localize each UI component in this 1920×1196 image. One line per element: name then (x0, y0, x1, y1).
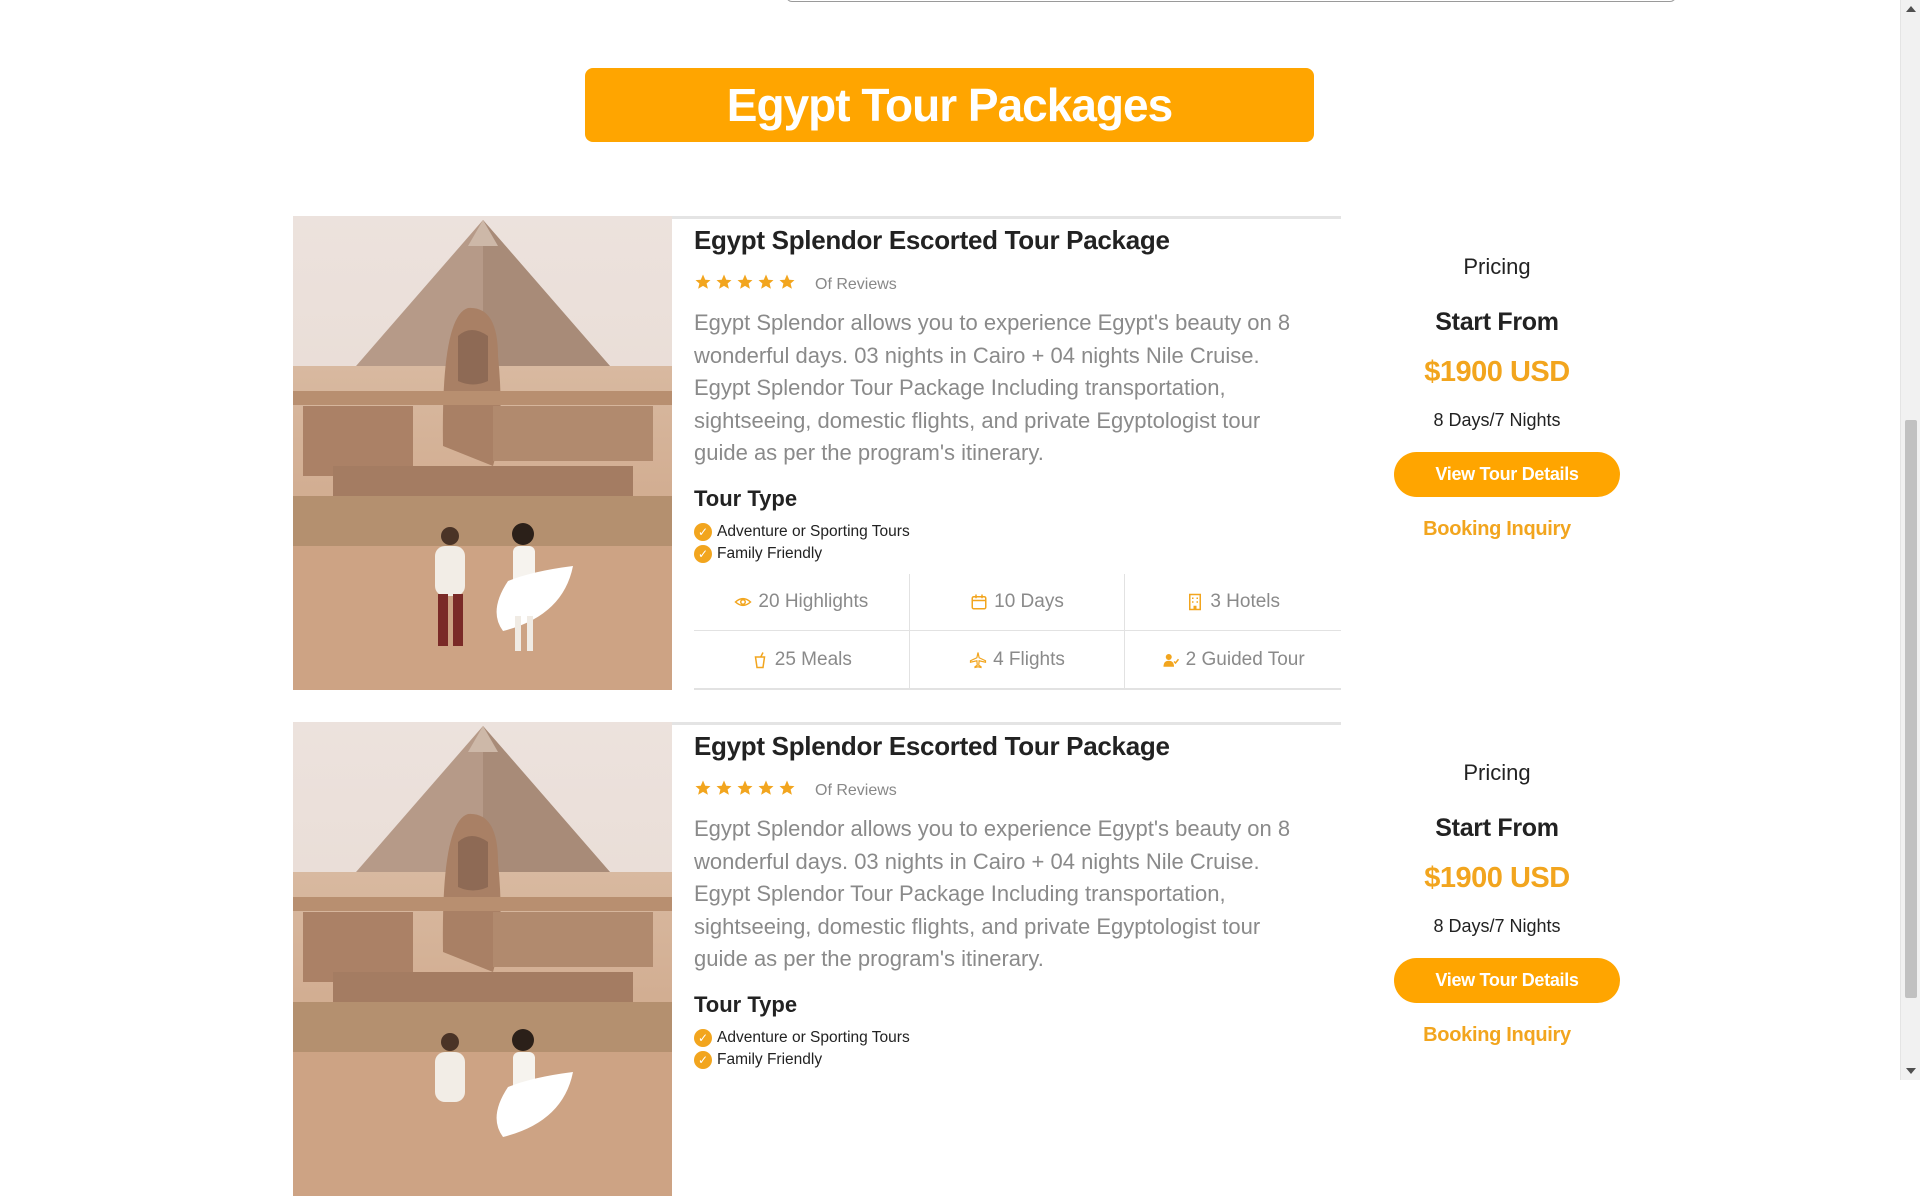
scrollbar-thumb[interactable] (1905, 420, 1917, 998)
package-description: Egypt Splendor allows you to experience … (694, 816, 1291, 971)
price-value: $1900 USD (1424, 356, 1570, 388)
tour-type-heading: Tour Type (694, 992, 798, 1017)
eye-icon (734, 597, 753, 607)
view-tour-details-button[interactable]: View Tour Details (1394, 958, 1620, 1003)
star-icon (779, 274, 795, 289)
feature-label: 10 Days (994, 591, 1064, 612)
star-icon (695, 274, 711, 289)
check-circle-icon: ✓ (694, 545, 712, 563)
package-details: Egypt Splendor Escorted Tour Package Of … (672, 722, 1341, 1196)
rating-stars (694, 779, 796, 797)
tour-type-label: Adventure or Sporting Tours (717, 523, 910, 540)
reviews-label: Of Reviews (815, 276, 897, 293)
feature-hotels: 3 Hotels (1125, 574, 1341, 631)
feature-label: 4 Flights (993, 648, 1065, 670)
pricing-panel: Pricing Start From $1900 USD 8 Days/7 Ni… (1341, 216, 1653, 690)
tour-type-item: ✓ Family Friendly (694, 543, 910, 565)
package-details: Egypt Splendor Escorted Tour Package Of … (672, 216, 1341, 690)
pricing-label: Pricing (1463, 254, 1531, 279)
package-photo[interactable] (293, 722, 672, 1196)
plane-icon (969, 651, 987, 668)
tour-type-list: ✓ Adventure or Sporting Tours ✓ Family Fri… (694, 521, 910, 565)
view-tour-details-button[interactable]: View Tour Details (1394, 452, 1620, 497)
tour-type-label: Adventure or Sporting Tours (717, 1029, 910, 1046)
start-from-label: Start From (1435, 814, 1559, 842)
tour-type-item: ✓ Adventure or Sporting Tours (694, 1027, 910, 1049)
feature-label: 3 Hotels (1210, 591, 1281, 612)
scroll-down-arrow-icon[interactable] (1906, 1068, 1916, 1074)
hotel-icon (1189, 593, 1202, 611)
tour-type-label: Family Friendly (717, 1051, 823, 1068)
tour-type-item: ✓ Adventure or Sporting Tours (694, 521, 910, 543)
star-icon (758, 274, 774, 289)
star-icon (716, 274, 732, 289)
calendar-icon (971, 594, 987, 610)
star-icon (695, 780, 711, 795)
scroll-up-arrow-icon[interactable] (1906, 6, 1916, 12)
tour-type-heading: Tour Type (694, 486, 798, 511)
feature-meals: 25 Meals (694, 631, 910, 688)
pyramid-sphinx-photo (293, 216, 672, 690)
tour-type-item: ✓ Family Friendly (694, 1049, 910, 1071)
package-title[interactable]: Egypt Splendor Escorted Tour Package (694, 731, 1170, 762)
check-circle-icon: ✓ (694, 1051, 712, 1069)
feature-label: 20 Highlights (758, 591, 869, 612)
check-circle-icon: ✓ (694, 523, 712, 541)
tour-package-card: Egypt Splendor Escorted Tour Package Of … (293, 722, 1653, 1196)
page-title: Egypt Tour Packages (726, 79, 1173, 131)
star-icon (737, 780, 753, 795)
guide-icon (1163, 653, 1179, 667)
pricing-panel: Pricing Start From $1900 USD 8 Days/7 Ni… (1341, 722, 1653, 1196)
tour-type-label: Family Friendly (717, 545, 823, 562)
pyramid-sphinx-photo (293, 722, 672, 1196)
booking-inquiry-link[interactable]: Booking Inquiry (1341, 1024, 1653, 1047)
feature-label: 25 Meals (774, 648, 852, 670)
tour-package-card: Egypt Splendor Escorted Tour Package Of … (293, 216, 1653, 690)
feature-guided-tour: 2 Guided Tour (1125, 631, 1341, 688)
package-description: Egypt Splendor allows you to experience … (694, 310, 1291, 465)
feature-days: 10 Days (909, 574, 1126, 631)
vertical-scrollbar[interactable] (1900, 0, 1920, 1080)
reviews-label: Of Reviews (815, 782, 897, 799)
duration-label: 8 Days/7 Nights (1433, 410, 1561, 430)
top-input-edge[interactable] (786, 0, 1676, 2)
package-photo[interactable] (293, 216, 672, 690)
feature-label: 2 Guided Tour (1185, 648, 1305, 670)
star-icon (779, 780, 795, 795)
rating-stars (694, 273, 796, 291)
star-icon (716, 780, 732, 795)
booking-inquiry-link[interactable]: Booking Inquiry (1341, 518, 1653, 541)
duration-label: 8 Days/7 Nights (1433, 916, 1561, 936)
star-icon (758, 780, 774, 795)
page-heading-banner: Egypt Tour Packages (585, 68, 1314, 142)
start-from-label: Start From (1435, 308, 1559, 336)
feature-flights: 4 Flights (910, 631, 1126, 688)
check-circle-icon: ✓ (694, 1029, 712, 1047)
drink-icon (754, 651, 766, 668)
price-value: $1900 USD (1424, 862, 1570, 894)
pricing-label: Pricing (1463, 760, 1531, 785)
package-title[interactable]: Egypt Splendor Escorted Tour Package (694, 225, 1170, 256)
tour-type-list: ✓ Adventure or Sporting Tours ✓ Family Fri… (694, 1027, 910, 1071)
feature-highlights: 20 Highlights (694, 574, 910, 631)
star-icon (737, 274, 753, 289)
package-features: 20 Highlights 10 Days 3 Hotels 25 Meals … (694, 574, 1341, 690)
